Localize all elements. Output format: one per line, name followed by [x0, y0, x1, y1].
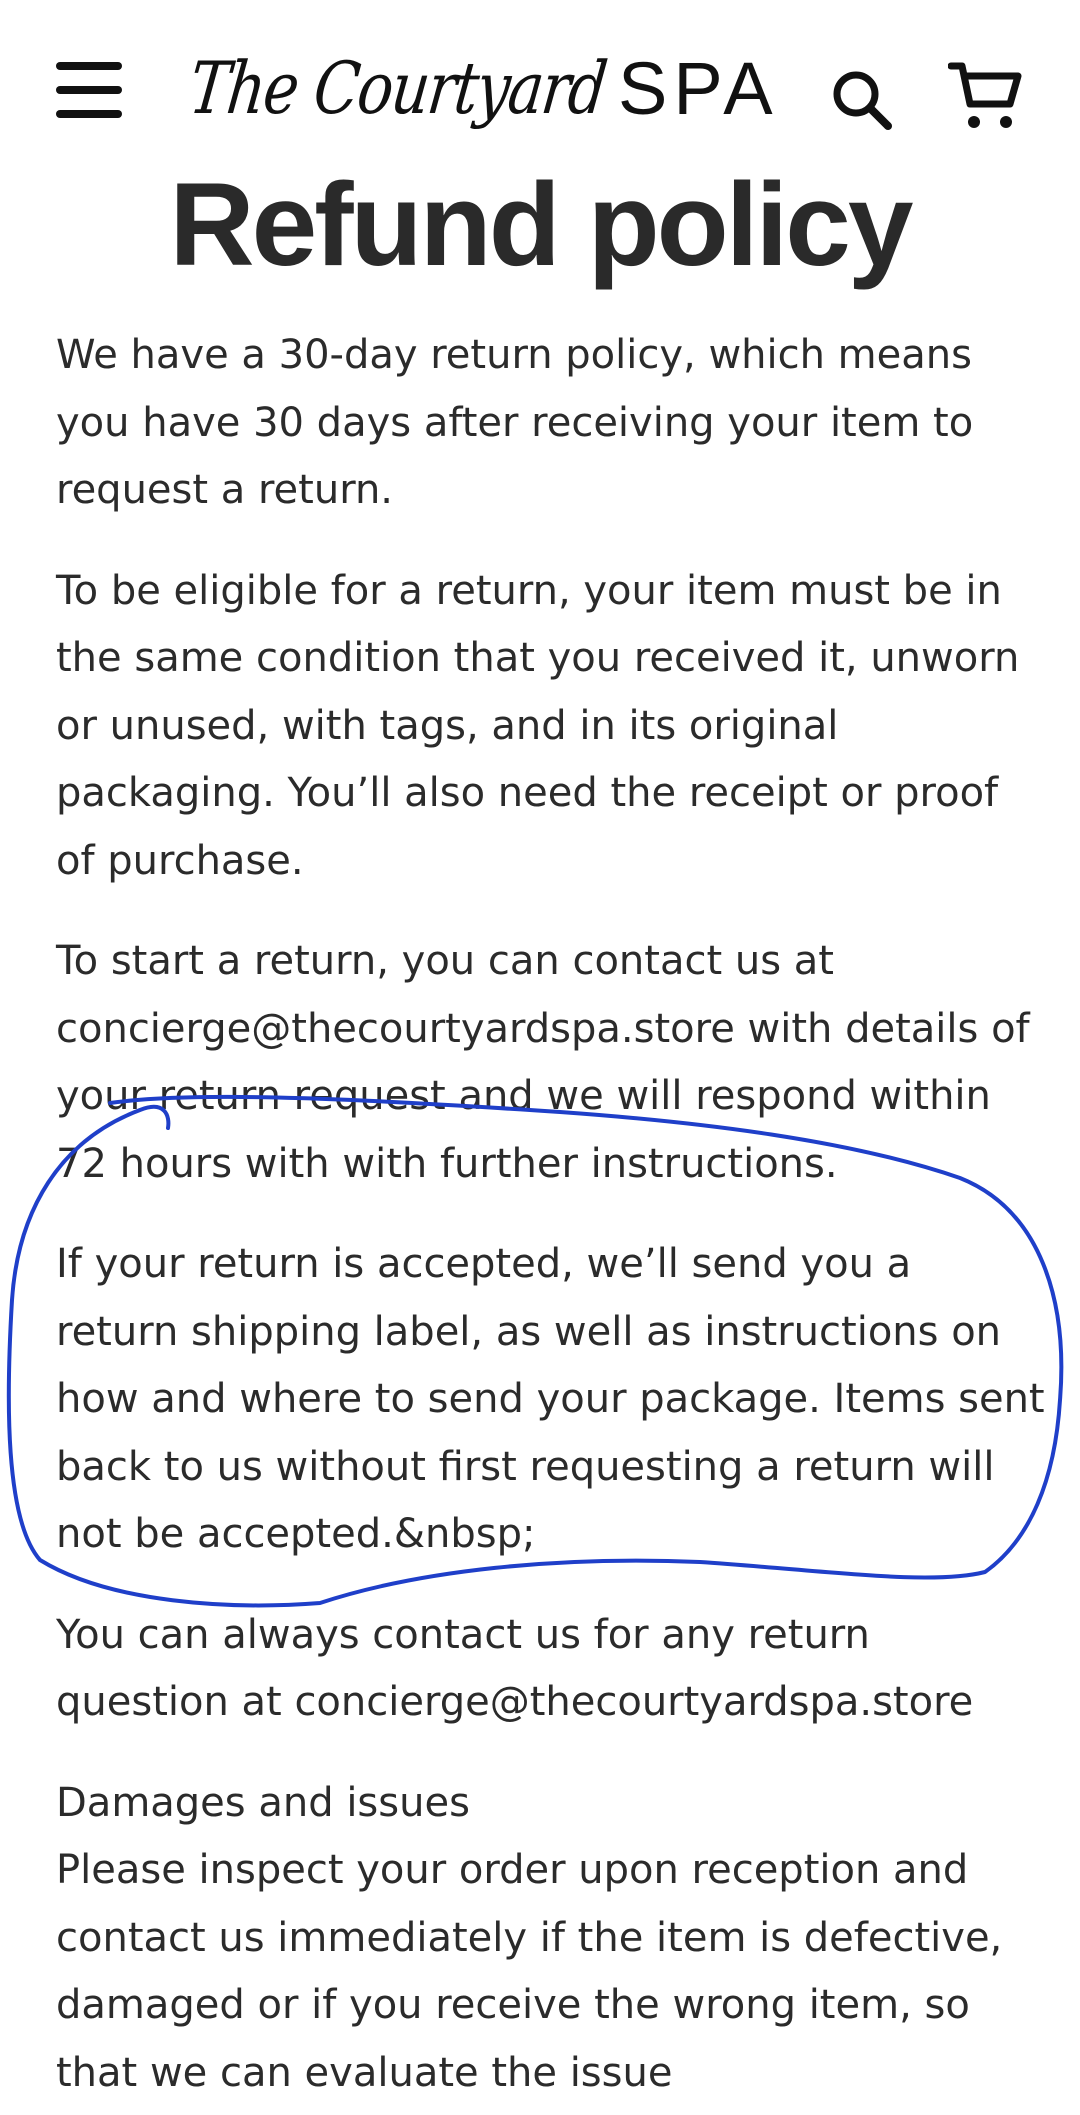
- search-button[interactable]: [830, 68, 894, 132]
- site-logo[interactable]: The Courtyard SPA: [185, 28, 800, 148]
- search-icon: [833, 71, 892, 130]
- logo-word-text: SPA: [618, 47, 779, 130]
- menu-bar: [56, 62, 122, 70]
- damages-heading: Damages and issues: [56, 1779, 470, 1826]
- damages-paragraph: Please inspect your order upon reception…: [56, 1847, 1003, 2096]
- cart-button[interactable]: [947, 60, 1022, 132]
- concierge-email-link[interactable]: concierge@thecourtyardspa.store: [294, 1679, 973, 1725]
- logo-script-text: The Courtyard: [185, 46, 610, 130]
- policy-paragraph-accepted-return: If your return is accepted, we’ll send y…: [56, 1241, 1045, 1557]
- cart-icon: [947, 62, 1022, 128]
- policy-paragraph-contact: You can always contact us for any return…: [56, 1602, 1046, 1737]
- page-title: Refund policy: [169, 159, 913, 291]
- menu-bar: [56, 110, 122, 118]
- policy-paragraph-eligibility: To be eligible for a return, your item m…: [56, 567, 1020, 884]
- policy-paragraph-start-return: To start a return, you can contact us at…: [56, 928, 1046, 1198]
- concierge-email-link[interactable]: concierge@thecourtyardspa.store: [56, 1006, 735, 1052]
- menu-bar: [56, 86, 122, 94]
- start-return-text: To start a return, you can contact us at: [56, 938, 834, 984]
- policy-paragraph-return-window: We have a 30-day return policy, which me…: [56, 332, 974, 513]
- policy-content: We have a 30-day return policy, which me…: [56, 322, 1046, 2107]
- hamburger-menu-button[interactable]: [52, 58, 128, 124]
